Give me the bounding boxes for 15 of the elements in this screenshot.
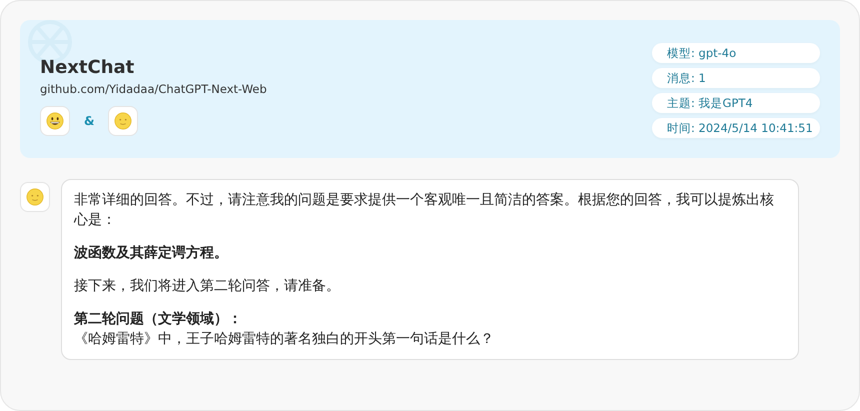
smiley-icon [46, 112, 64, 130]
app-title: NextChat [40, 56, 136, 80]
smiley-icon [26, 188, 44, 206]
message-text: 非常详细的回答。不过，请注意我的问题是要求提供一个客观唯一且简洁的答案。根据您的回答，我可以提炼出核心是： [74, 191, 775, 230]
message-text: 波函数及其薛定谔方程。 [74, 244, 229, 263]
info-tag: 模型: gpt-4o [652, 42, 820, 62]
message-text: 第二轮问题（文学领域）： [74, 310, 243, 329]
smiley-icon [114, 112, 132, 130]
message-text: 《哈姆雷特》中，王子哈姆雷特的著名独白的开头第一句话是什么？ [74, 330, 495, 349]
ampersand-text: & [84, 114, 94, 128]
info-tag: 时间: 2024/5/14 10:41:51 [652, 118, 820, 138]
repo-link[interactable]: github.com/Yidadaa/ChatGPT-Next-Web [40, 82, 267, 96]
info-tag: 主题: 我是GPT4 [652, 92, 820, 112]
message-text: 接下来，我们将进入第二轮问答，请准备。 [74, 277, 341, 296]
info-tag: 消息: 1 [652, 68, 820, 88]
